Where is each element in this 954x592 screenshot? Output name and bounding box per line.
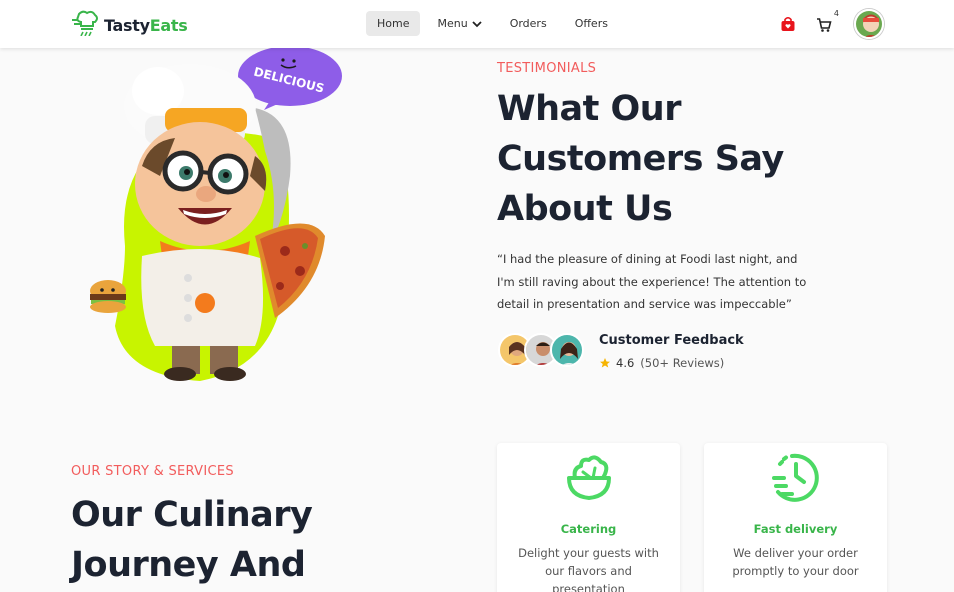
brand-name-part1: Tasty bbox=[104, 15, 150, 35]
brand-name-part2: Eats bbox=[149, 15, 188, 35]
story-heading: Our Culinary Journey And bbox=[71, 495, 313, 585]
testimonials-eyebrow: TESTIMONIALS bbox=[497, 61, 597, 76]
testimonial-quote: “I had the pleasure of dining at Foodi l… bbox=[497, 252, 807, 311]
chevron-down-icon bbox=[472, 20, 482, 28]
brand-logo[interactable]: TastyEats bbox=[70, 10, 188, 40]
clock-icon bbox=[704, 448, 887, 504]
reviewer-avatars bbox=[498, 333, 584, 367]
nav-home[interactable]: Home bbox=[366, 11, 421, 36]
service-title: Catering bbox=[560, 522, 617, 536]
nav-menu-dropdown[interactable]: Menu bbox=[426, 11, 492, 36]
user-avatar[interactable] bbox=[854, 9, 884, 39]
nav-actions: 4 bbox=[780, 9, 884, 39]
star-icon bbox=[599, 357, 611, 369]
navbar: TastyEats Home Menu Orders Offers 4 bbox=[0, 0, 954, 48]
rating-summary: 4.6 (50+ Reviews) bbox=[599, 356, 724, 370]
testimonials-heading: What Our Customers Say About Us bbox=[497, 89, 784, 229]
customer-feedback-title: Customer Feedback bbox=[599, 333, 744, 348]
shopping-bag-icon[interactable] bbox=[780, 16, 796, 32]
service-description: Delight your guests with our flavors and… bbox=[518, 546, 659, 592]
service-title: Fast delivery bbox=[753, 522, 838, 536]
salad-bowl-icon bbox=[497, 448, 680, 504]
review-count: (50+ Reviews) bbox=[640, 356, 725, 370]
nav-orders[interactable]: Orders bbox=[499, 11, 558, 36]
burger-emoji bbox=[90, 280, 126, 313]
chef-mascot-illustration: DELICIOUS bbox=[80, 46, 380, 386]
story-eyebrow: OUR STORY & SERVICES bbox=[71, 464, 234, 479]
nav-offers[interactable]: Offers bbox=[564, 11, 619, 36]
service-card-fast-delivery[interactable]: Fast delivery We deliver your order prom… bbox=[704, 443, 887, 592]
reviewer-avatar bbox=[550, 333, 584, 367]
service-description: We deliver your order promptly to your d… bbox=[732, 546, 859, 578]
rating-value: 4.6 bbox=[616, 356, 635, 370]
cart-icon[interactable]: 4 bbox=[816, 9, 839, 33]
cart-count-badge: 4 bbox=[833, 9, 839, 18]
nav-menu-label: Menu bbox=[437, 17, 468, 30]
nav-offers-label: Offers bbox=[574, 17, 608, 30]
service-card-catering[interactable]: Catering Delight your guests with our fl… bbox=[497, 443, 680, 592]
nav-orders-label: Orders bbox=[509, 17, 547, 30]
nav-home-label: Home bbox=[377, 17, 410, 30]
main-menu: Home Menu Orders Offers bbox=[366, 11, 625, 36]
brand-name: TastyEats bbox=[104, 15, 188, 35]
chef-hat-logo-icon bbox=[70, 10, 100, 40]
